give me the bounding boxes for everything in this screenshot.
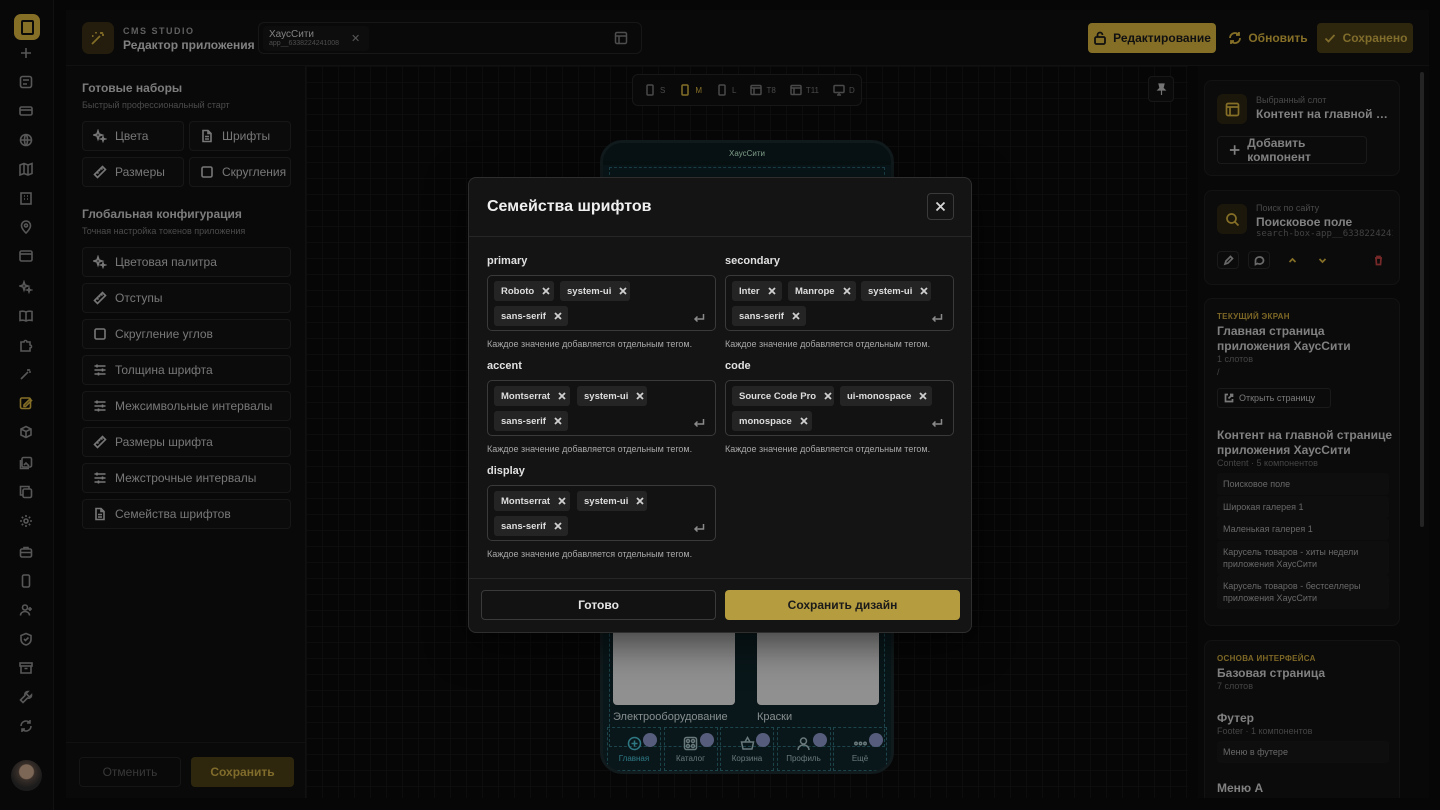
family-label-secondary: secondary: [725, 255, 781, 267]
tag-hint: Каждое значение добавляется отдельным те…: [487, 549, 693, 559]
tag-label: Roboto: [501, 285, 535, 297]
family-label-accent: accent: [487, 360, 522, 372]
tag-hint: Каждое значение добавляется отдельным те…: [487, 339, 693, 349]
enter-icon: [693, 521, 705, 533]
divider: [469, 578, 971, 579]
tag-label: system-ui: [584, 495, 629, 507]
remove-tag-icon[interactable]: [542, 287, 550, 295]
tag-label: sans-serif: [501, 310, 546, 322]
done-button[interactable]: Готово: [481, 590, 716, 620]
font-tag: sans-serif: [494, 411, 568, 431]
enter-icon: [931, 416, 943, 428]
remove-tag-icon[interactable]: [636, 497, 644, 505]
font-tag: Manrope: [788, 281, 856, 301]
font-tag: system-ui: [577, 491, 647, 511]
tag-label: sans-serif: [501, 520, 546, 532]
tag-label: Montserrat: [501, 495, 551, 507]
remove-tag-icon[interactable]: [554, 522, 562, 530]
font-tag: system-ui: [861, 281, 931, 301]
font-tag: system-ui: [560, 281, 630, 301]
font-tag: sans-serif: [494, 516, 568, 536]
remove-tag-icon[interactable]: [792, 312, 800, 320]
tag-input-code[interactable]: Source Code Pro ui-monospace monospace: [725, 380, 954, 436]
tag-input-primary[interactable]: Roboto system-ui sans-serif: [487, 275, 716, 331]
font-tag: Roboto: [494, 281, 554, 301]
tag-input-display[interactable]: Montserrat system-ui sans-serif: [487, 485, 716, 541]
close-icon: [935, 201, 946, 212]
tag-label: ui-monospace: [847, 390, 912, 402]
remove-tag-icon[interactable]: [558, 392, 566, 400]
font-tag: sans-serif: [732, 306, 806, 326]
enter-icon: [931, 311, 943, 323]
tag-label: monospace: [739, 415, 792, 427]
close-button[interactable]: [927, 193, 954, 220]
tag-input-accent[interactable]: Montserrat system-ui sans-serif: [487, 380, 716, 436]
family-label-display: display: [487, 465, 525, 477]
tag-hint: Каждое значение добавляется отдельным те…: [725, 339, 931, 349]
tag-hint: Каждое значение добавляется отдельным те…: [487, 444, 693, 454]
font-tag: sans-serif: [494, 306, 568, 326]
remove-tag-icon[interactable]: [554, 312, 562, 320]
tag-label: sans-serif: [739, 310, 784, 322]
tag-label: system-ui: [584, 390, 629, 402]
tag-label: system-ui: [868, 285, 913, 297]
font-tag: Montserrat: [494, 491, 570, 511]
remove-tag-icon[interactable]: [619, 287, 627, 295]
remove-tag-icon[interactable]: [800, 417, 808, 425]
font-tag: ui-monospace: [840, 386, 932, 406]
remove-tag-icon[interactable]: [636, 392, 644, 400]
font-tag: Source Code Pro: [732, 386, 834, 406]
save-design-button[interactable]: Сохранить дизайн: [725, 590, 960, 620]
tag-label: Manrope: [795, 285, 835, 297]
remove-tag-icon[interactable]: [824, 392, 832, 400]
tag-label: Inter: [739, 285, 760, 297]
remove-tag-icon[interactable]: [919, 392, 928, 400]
app-root: CMS STUDIO Редактор приложения ХаусСити …: [0, 0, 1440, 810]
tag-label: Source Code Pro: [739, 390, 817, 402]
family-label-primary: primary: [487, 255, 528, 267]
enter-icon: [693, 416, 705, 428]
font-tag: system-ui: [577, 386, 647, 406]
remove-tag-icon[interactable]: [554, 417, 562, 425]
remove-tag-icon[interactable]: [842, 287, 851, 295]
dialog-title: Семейства шрифтов: [487, 198, 652, 215]
family-label-code: code: [725, 360, 751, 372]
tag-label: sans-serif: [501, 415, 546, 427]
enter-icon: [693, 311, 705, 323]
font-tag: monospace: [732, 411, 812, 431]
tag-label: system-ui: [567, 285, 612, 297]
font-tag: Inter: [732, 281, 782, 301]
font-tag: Montserrat: [494, 386, 570, 406]
tag-label: Montserrat: [501, 390, 551, 402]
font-families-dialog: Семейства шрифтов primary Roboto system-…: [468, 177, 972, 633]
tag-hint: Каждое значение добавляется отдельным те…: [725, 444, 931, 454]
remove-tag-icon[interactable]: [558, 497, 566, 505]
tag-input-secondary[interactable]: Inter Manrope system-ui sans-serif: [725, 275, 954, 331]
remove-tag-icon[interactable]: [920, 287, 928, 295]
remove-tag-icon[interactable]: [767, 287, 776, 295]
divider: [469, 236, 971, 237]
